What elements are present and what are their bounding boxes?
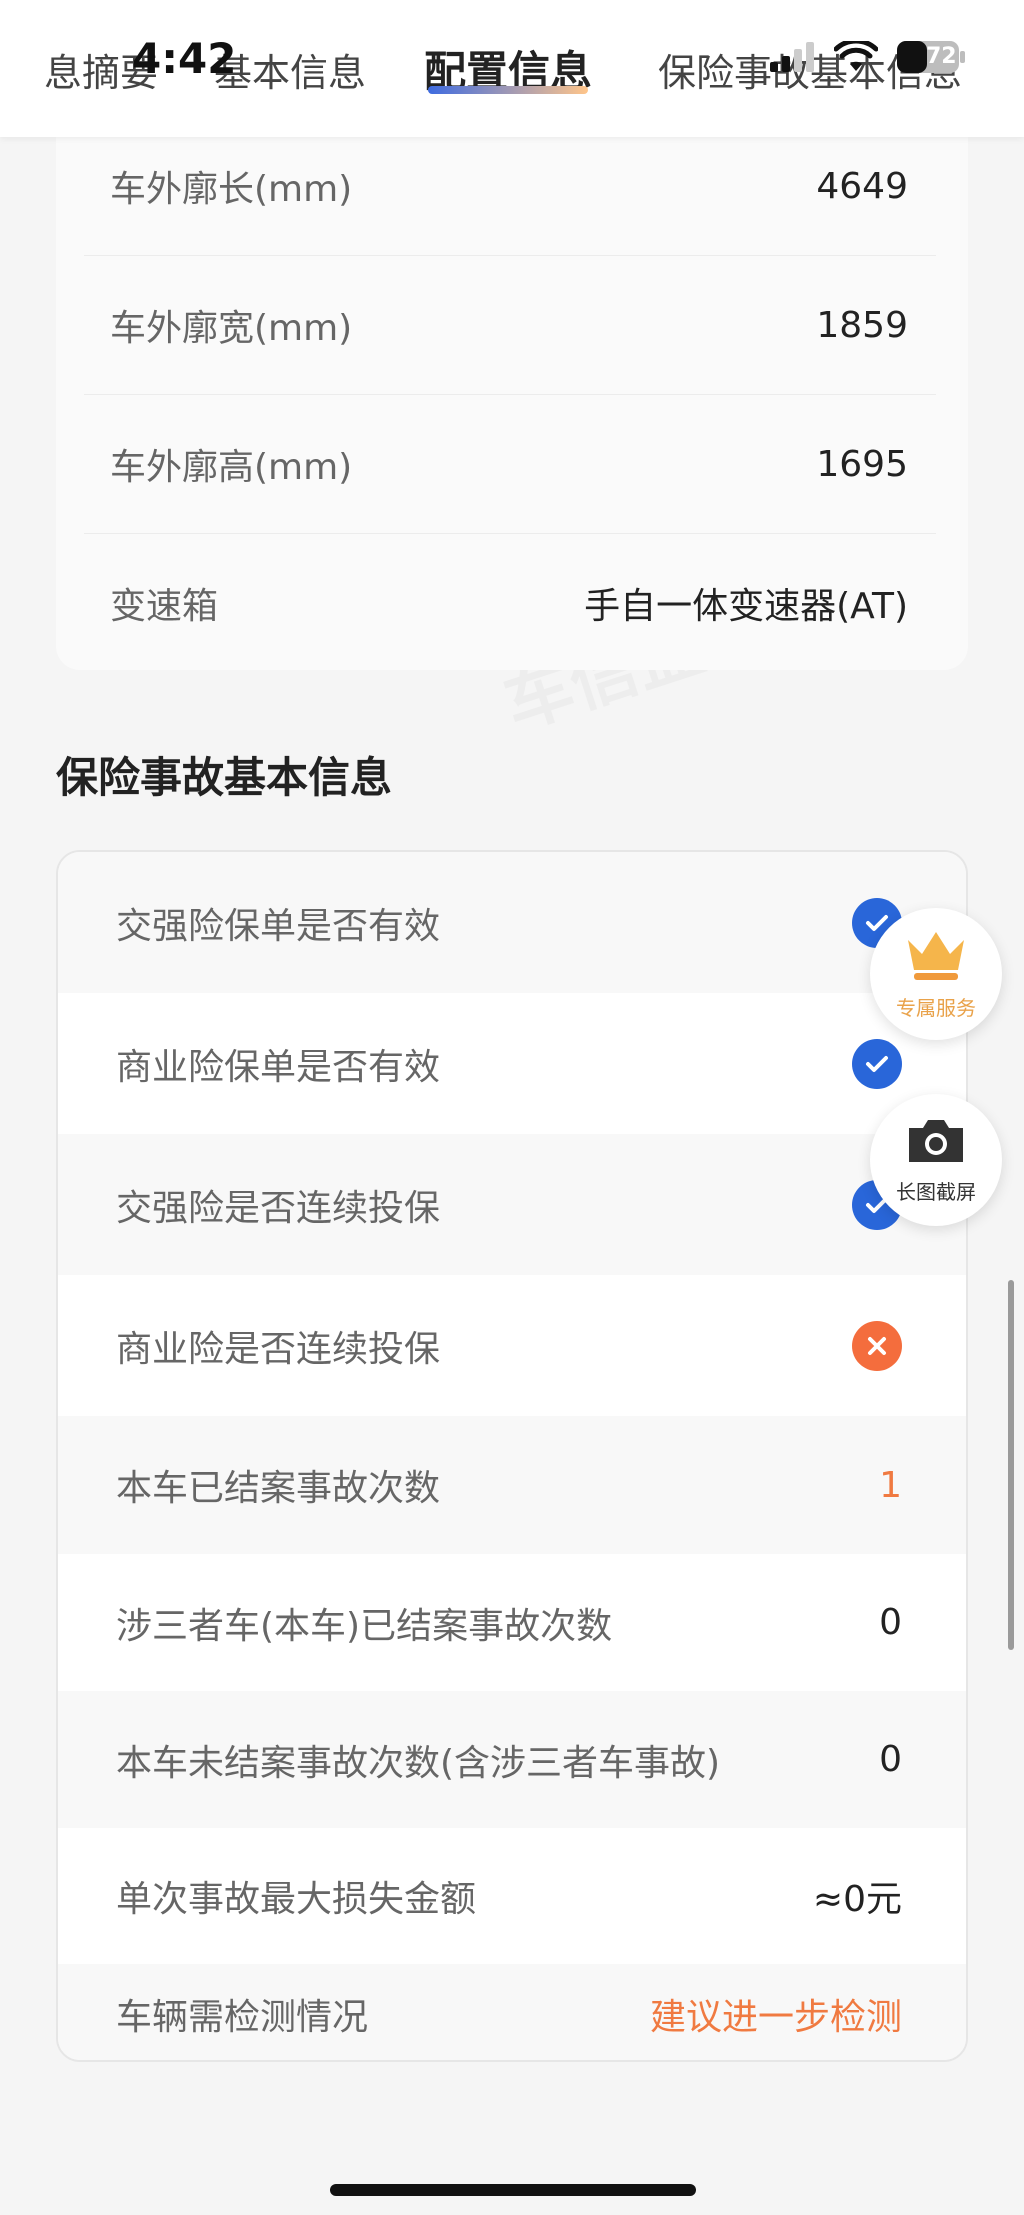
check-icon xyxy=(852,1038,902,1089)
insurance-row: 商业险保单是否有效 xyxy=(58,993,966,1134)
insurance-row: 本车已结案事故次数 1 xyxy=(58,1416,966,1554)
crown-icon xyxy=(904,928,968,986)
insurance-row: 涉三者车(本车)已结案事故次数 0 xyxy=(116,1602,902,1647)
insurance-row: 本车未结案事故次数(含涉三者车事故) 0 xyxy=(58,1691,966,1828)
camera-icon xyxy=(905,1116,967,1170)
home-indicator[interactable] xyxy=(330,2184,696,2196)
wifi-icon xyxy=(834,41,878,73)
status-icons: 72 xyxy=(770,40,966,74)
insurance-card: 交强险保单是否有效 商业险保单是否有效 交强险是否连续投保 商业险是否连续投保 … xyxy=(56,850,968,2062)
cross-icon xyxy=(852,1320,902,1371)
status-time: 4:42 xyxy=(132,34,237,83)
config-row-transmission: 变速箱 手自一体变速器(AT) xyxy=(110,586,908,627)
tab-basic-info[interactable]: 基本信息 xyxy=(214,42,366,97)
battery-icon: 72 xyxy=(896,40,966,74)
active-tab-indicator xyxy=(428,86,588,94)
insurance-row: 交强险是否连续投保 xyxy=(58,1134,966,1275)
insurance-row: 单次事故最大损失金额 ≈0元 xyxy=(116,1879,902,1920)
long-screenshot-button[interactable]: 长图截屏 xyxy=(870,1094,1002,1226)
signal-icon xyxy=(770,42,816,72)
config-row-width: 车外廓宽(mm) 1859 xyxy=(110,304,908,350)
scrollbar[interactable] xyxy=(1008,1280,1014,1650)
exclusive-service-button[interactable]: 专属服务 xyxy=(870,908,1002,1040)
insurance-row: 车辆需检测情况 建议进一步检测 xyxy=(58,1964,966,2060)
insurance-row: 交强险保单是否有效 xyxy=(58,852,966,993)
config-row-length: 车外廓长(mm) 4649 xyxy=(110,165,908,211)
insurance-row: 商业险是否连续投保 xyxy=(58,1275,966,1416)
insurance-section-title: 保险事故基本信息 xyxy=(56,753,393,802)
config-row-height: 车外廓高(mm) 1695 xyxy=(110,443,908,489)
